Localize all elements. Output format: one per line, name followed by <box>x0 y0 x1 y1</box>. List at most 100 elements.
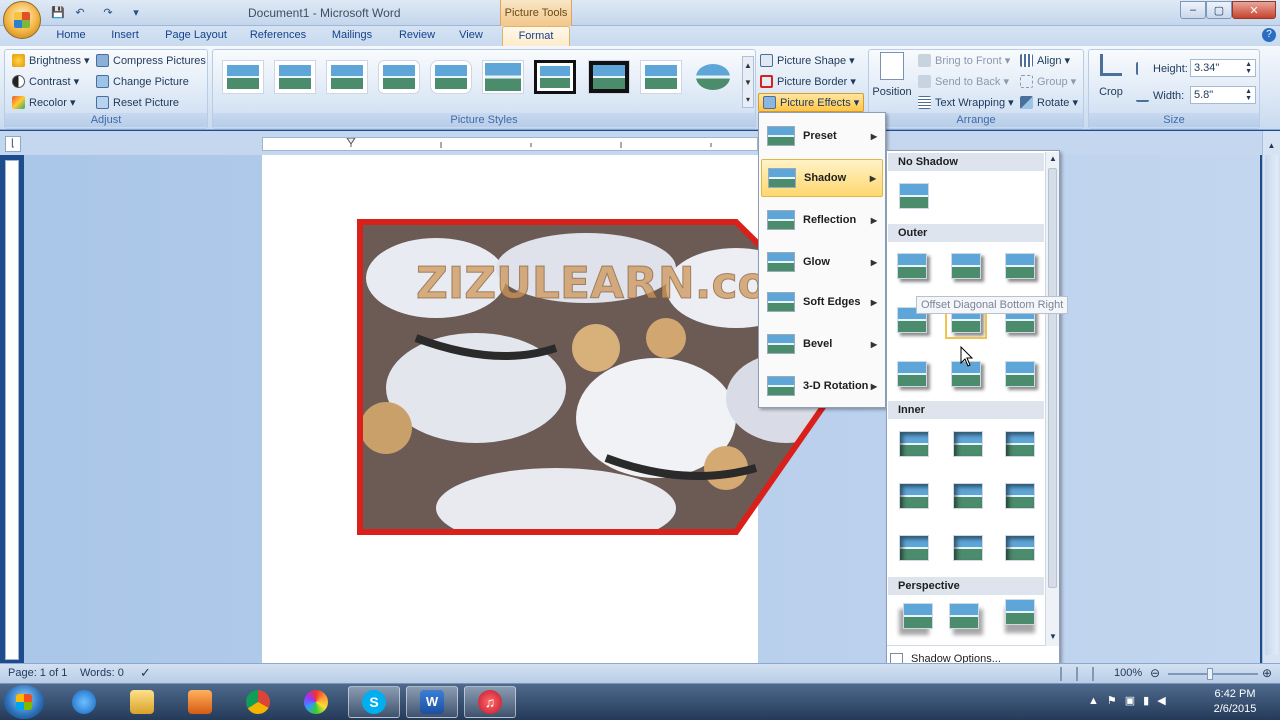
menu-item-bevel[interactable]: Bevel ▶ <box>761 325 883 363</box>
shadow-option-outer[interactable] <box>951 253 981 279</box>
picture-border-button[interactable]: Picture Border ▾ <box>760 75 856 88</box>
picture-style-thumb[interactable] <box>588 60 630 94</box>
office-button[interactable] <box>3 1 41 39</box>
menu-item-reflection[interactable]: Reflection ▶ <box>761 201 883 239</box>
vertical-ruler[interactable] <box>5 160 19 660</box>
picture-style-thumb[interactable] <box>640 60 682 94</box>
shadow-option-perspective[interactable] <box>1005 599 1035 625</box>
shadow-option-outer[interactable] <box>1005 253 1035 279</box>
minimize-button[interactable]: – <box>1180 1 1206 19</box>
proofing-icon[interactable]: ✓ <box>140 665 151 681</box>
shadow-option-outer[interactable] <box>1005 361 1035 387</box>
shadow-option-outer[interactable] <box>897 253 927 279</box>
rotate-button[interactable]: Rotate ▾ <box>1020 96 1078 109</box>
tab-references[interactable]: References <box>246 29 310 45</box>
save-icon[interactable]: 💾 <box>50 4 66 20</box>
shadow-gallery-scrollbar[interactable]: ▲ ▼ <box>1045 152 1059 646</box>
reset-picture-button[interactable]: Reset Picture <box>96 96 179 109</box>
styles-gallery-scroll[interactable]: ▲ ▼ ▾ <box>742 56 754 108</box>
zoom-slider[interactable] <box>1168 673 1258 675</box>
width-input[interactable]: 5.8" ▲ ▼ <box>1190 86 1256 104</box>
taskbar-clock[interactable]: 6:42 PM 2/6/2015 <box>1200 687 1270 717</box>
shadow-option-inner[interactable] <box>1005 535 1035 561</box>
brightness-button[interactable]: Brightness ▾ <box>12 54 90 67</box>
taskbar-chrome[interactable] <box>232 686 284 718</box>
gallery-scroll-thumb[interactable] <box>1048 168 1057 588</box>
taskbar-media-player[interactable] <box>174 686 226 718</box>
view-buttons[interactable] <box>1060 667 1108 681</box>
shadow-option-inner[interactable] <box>1005 431 1035 457</box>
shadow-option-inner[interactable] <box>953 431 983 457</box>
tab-page-layout[interactable]: Page Layout <box>160 29 232 45</box>
start-button[interactable] <box>4 685 44 719</box>
tab-view[interactable]: View <box>452 29 490 45</box>
tab-home[interactable]: Home <box>50 29 92 45</box>
picture-style-thumb[interactable] <box>534 60 576 94</box>
shadow-option-perspective[interactable] <box>949 603 979 629</box>
customize-qat-icon[interactable]: ▾ <box>128 4 144 20</box>
zoom-in-icon[interactable]: ⊕ <box>1262 666 1272 680</box>
page-count[interactable]: Page: 1 of 1 <box>8 667 67 679</box>
zoom-slider-thumb[interactable] <box>1207 668 1213 680</box>
taskbar-internet-explorer[interactable] <box>58 686 110 718</box>
menu-item-3d-rotation[interactable]: 3-D Rotation ▶ <box>761 367 883 405</box>
compress-pictures-button[interactable]: Compress Pictures <box>96 54 206 67</box>
horizontal-ruler[interactable] <box>262 137 758 151</box>
vertical-scrollbar[interactable]: ▲ <box>1262 131 1280 663</box>
picture-style-thumb[interactable] <box>326 60 368 94</box>
width-label: Width: <box>1136 89 1184 102</box>
shadow-option-inner[interactable] <box>899 483 929 509</box>
zoom-level[interactable]: 100% <box>1114 667 1142 679</box>
shadow-option-inner[interactable] <box>953 483 983 509</box>
change-picture-button[interactable]: Change Picture <box>96 75 189 88</box>
crop-button[interactable]: Crop <box>1094 54 1128 98</box>
tab-selector-button[interactable]: ⌊ <box>5 136 21 152</box>
menu-item-shadow[interactable]: Shadow ▶ <box>761 159 883 197</box>
menu-item-soft-edges[interactable]: Soft Edges ▶ <box>761 283 883 321</box>
contrast-button[interactable]: Contrast ▾ <box>12 75 79 88</box>
scroll-thumb[interactable] <box>1265 155 1278 655</box>
height-input[interactable]: 3.34" ▲ ▼ <box>1190 59 1256 77</box>
menu-item-preset[interactable]: Preset ▶ <box>761 117 883 155</box>
picture-style-thumb[interactable] <box>430 60 472 94</box>
zoom-out-icon[interactable]: ⊖ <box>1150 666 1160 680</box>
redo-icon[interactable]: ↷ <box>100 4 116 20</box>
tab-mailings[interactable]: Mailings <box>324 29 380 45</box>
send-to-back-button[interactable]: Send to Back ▾ <box>918 75 1009 88</box>
picture-style-thumb[interactable] <box>378 60 420 94</box>
tab-review[interactable]: Review <box>394 29 440 45</box>
system-tray-icons[interactable]: ▲⚑▣▮◀ <box>1088 694 1174 707</box>
picture-style-thumb[interactable] <box>222 60 264 94</box>
taskbar-itunes[interactable]: ♫ <box>464 686 516 718</box>
recolor-button[interactable]: Recolor ▾ <box>12 96 75 109</box>
picture-shape-button[interactable]: Picture Shape ▾ <box>760 54 855 67</box>
text-wrapping-button[interactable]: Text Wrapping ▾ <box>918 96 1014 109</box>
menu-item-glow[interactable]: Glow ▶ <box>761 243 883 281</box>
tab-insert[interactable]: Insert <box>104 29 146 45</box>
align-button[interactable]: Align ▾ <box>1020 54 1070 67</box>
taskbar-word[interactable]: W <box>406 686 458 718</box>
shadow-option-none[interactable] <box>899 183 929 209</box>
bring-to-front-button[interactable]: Bring to Front ▾ <box>918 54 1010 67</box>
undo-icon[interactable]: ↶ <box>72 4 88 20</box>
group-button[interactable]: Group ▾ <box>1020 75 1076 88</box>
taskbar-photo-app[interactable] <box>290 686 342 718</box>
tab-format[interactable]: Format <box>502 26 570 46</box>
shadow-option-inner[interactable] <box>899 431 929 457</box>
picture-style-thumb[interactable] <box>274 60 316 94</box>
picture-style-thumb[interactable] <box>482 60 524 94</box>
close-button[interactable]: ✕ <box>1232 1 1276 19</box>
picture-style-thumb[interactable] <box>692 60 734 94</box>
position-button[interactable]: Position <box>872 52 912 110</box>
maximize-button[interactable]: ▢ <box>1206 1 1232 19</box>
picture-effects-button[interactable]: Picture Effects ▾ <box>758 93 865 112</box>
shadow-option-inner[interactable] <box>1005 483 1035 509</box>
taskbar-explorer[interactable] <box>116 686 168 718</box>
shadow-option-inner[interactable] <box>899 535 929 561</box>
shadow-option-inner[interactable] <box>953 535 983 561</box>
shadow-option-perspective[interactable] <box>903 603 933 629</box>
taskbar-skype[interactable]: S <box>348 686 400 718</box>
word-count[interactable]: Words: 0 <box>80 667 124 679</box>
help-icon[interactable]: ? <box>1262 28 1276 42</box>
shadow-option-outer[interactable] <box>897 361 927 387</box>
